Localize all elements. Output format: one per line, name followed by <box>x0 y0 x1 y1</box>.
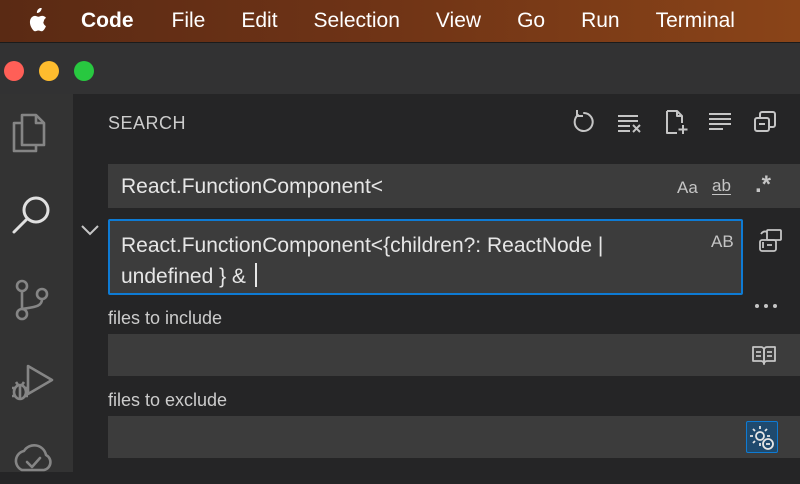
menu-selection[interactable]: Selection <box>314 9 400 33</box>
refresh-icon[interactable] <box>571 109 597 135</box>
match-case-toggle[interactable]: Aa <box>677 178 698 198</box>
menu-view[interactable]: View <box>436 9 481 33</box>
use-exclude-settings-icon[interactable] <box>746 421 778 453</box>
files-to-include-label: files to include <box>108 308 223 328</box>
replace-all-icon[interactable] <box>757 228 783 254</box>
match-whole-word-toggle[interactable]: ab <box>712 176 731 196</box>
clear-results-icon[interactable] <box>616 109 642 135</box>
search-query-text: React.FunctionComponent< <box>121 175 384 198</box>
activity-bar <box>0 94 73 472</box>
run-debug-icon[interactable] <box>8 358 56 406</box>
use-regex-toggle[interactable]: .* <box>755 171 771 199</box>
replace-value-text: React.FunctionComponent<{children?: Reac… <box>121 230 661 292</box>
menu-bar: Code File Edit Selection View Go Run Ter… <box>0 0 800 42</box>
text-cursor <box>254 263 257 287</box>
menu-app-name[interactable]: Code <box>81 9 134 33</box>
menu-run[interactable]: Run <box>581 9 620 33</box>
minimize-window-button[interactable] <box>39 61 59 81</box>
search-input[interactable]: React.FunctionComponent< Aa ab .* <box>108 164 800 208</box>
open-editors-book-icon[interactable] <box>751 343 777 367</box>
new-search-editor-icon[interactable] <box>663 109 689 135</box>
search-view: SEARCH React.FunctionComponent< Aa ab .*… <box>73 94 800 472</box>
preserve-case-toggle[interactable]: AB <box>711 232 734 252</box>
explorer-icon[interactable] <box>8 109 56 157</box>
menu-go[interactable]: Go <box>517 9 545 33</box>
files-to-include-input[interactable] <box>108 334 800 376</box>
files-to-exclude-input[interactable] <box>108 416 800 458</box>
menu-edit[interactable]: Edit <box>241 9 277 33</box>
search-icon[interactable] <box>8 192 56 240</box>
replace-value-line1: React.FunctionComponent<{children?: Reac… <box>121 234 604 257</box>
files-to-exclude-label: files to exclude <box>108 390 228 410</box>
collapse-all-icon[interactable] <box>707 109 733 135</box>
source-control-icon[interactable] <box>8 276 56 324</box>
more-options-icon[interactable] <box>753 296 779 316</box>
close-window-button[interactable] <box>4 61 24 81</box>
expand-all-icon[interactable] <box>752 109 778 135</box>
replace-input[interactable]: React.FunctionComponent<{children?: Reac… <box>108 219 743 295</box>
menu-terminal[interactable]: Terminal <box>656 9 735 33</box>
apple-icon[interactable] <box>24 8 48 34</box>
view-title: SEARCH <box>108 113 187 133</box>
zoom-window-button[interactable] <box>74 61 94 81</box>
accounts-icon[interactable] <box>8 436 56 484</box>
window-title-bar <box>0 42 800 95</box>
toggle-replace-chevron-icon[interactable] <box>79 220 101 240</box>
replace-value-line2: undefined } & <box>121 265 252 288</box>
menu-file[interactable]: File <box>172 9 206 33</box>
